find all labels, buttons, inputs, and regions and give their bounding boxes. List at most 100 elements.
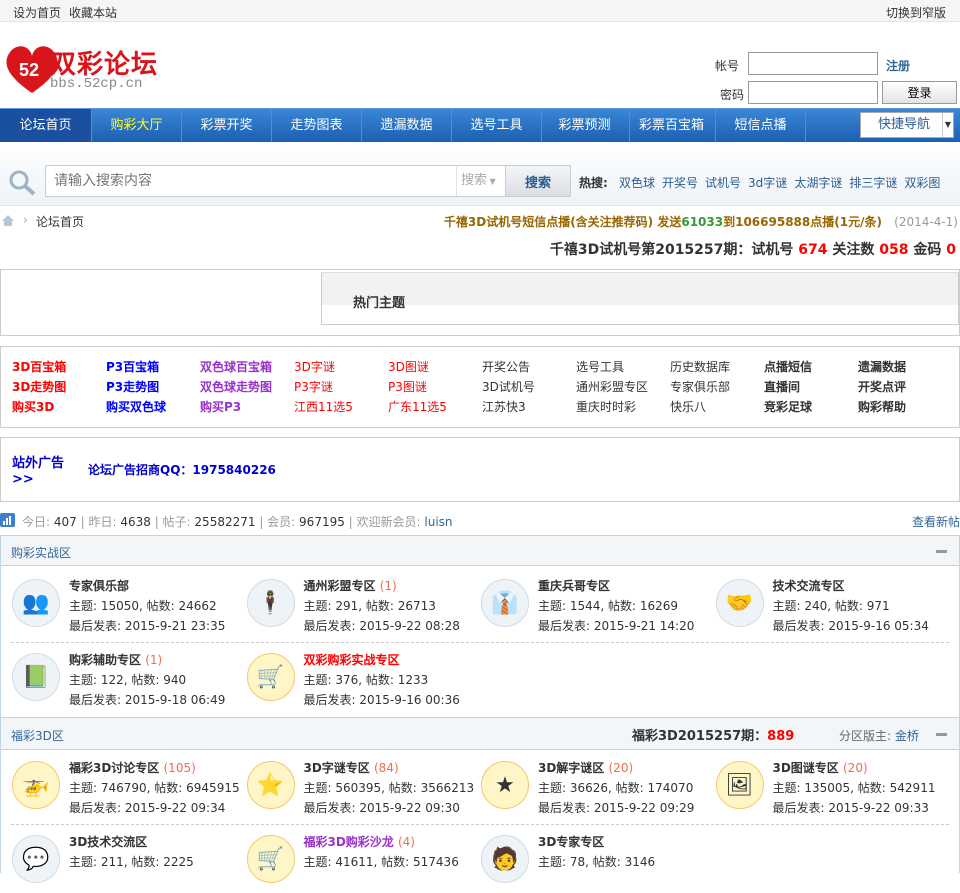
quick-link[interactable]: 广东11选5 [388, 398, 447, 415]
section-title[interactable]: 购彩实战区 [11, 544, 71, 561]
quick-link[interactable]: 开奖点评 [858, 378, 906, 395]
quick-link[interactable]: 竞彩足球 [764, 398, 812, 415]
nav-item[interactable]: 购彩大厅 [92, 109, 182, 142]
forum-item[interactable]: 🚁 福彩3D讨论专区 (105) 主题: 746790, 帖数: 6945915 最后… [12, 759, 246, 819]
switch-width-link[interactable]: 切换到窄版 [886, 4, 946, 21]
forum-item[interactable]: 📗 购彩辅助专区 (1) 主题: 122, 帖数: 940 最后发表: 2015-9-… [12, 651, 246, 711]
set-home-link[interactable]: 设为首页 [13, 4, 61, 21]
forum-title[interactable]: 福彩3D讨论专区 (105) [69, 759, 196, 776]
quick-link[interactable]: 专家俱乐部 [670, 378, 730, 395]
forum-item[interactable]: 👥 专家俱乐部 主题: 15050, 帖数: 24662 最后发表: 2015-9-2… [12, 577, 246, 637]
forum-name[interactable]: 重庆兵哥专区 [538, 579, 610, 593]
forum-last-post[interactable]: 最后发表: 2015-9-22 08:28 [304, 617, 460, 634]
forum-name[interactable]: 3D字谜专区 [304, 761, 370, 775]
forum-name[interactable]: 购彩辅助专区 [69, 653, 141, 667]
section-header-fucai3d[interactable]: 福彩3D区 福彩3D2015257期：889 分区版主: 金桥 [0, 717, 960, 750]
search-button[interactable]: 搜索 [505, 165, 571, 197]
forum-last-post[interactable]: 最后发表: 2015-9-22 09:29 [538, 799, 694, 816]
forum-name[interactable]: 通州彩盟专区 [304, 579, 376, 593]
hot-search-link[interactable]: 开奖号 [662, 176, 698, 190]
forum-last-post[interactable]: 最后发表: 2015-9-22 09:30 [304, 799, 460, 816]
quick-link[interactable]: P3走势图 [106, 378, 159, 395]
forum-icon[interactable]: 👥 [12, 579, 60, 627]
forum-icon[interactable]: 👔 [481, 579, 529, 627]
password-input[interactable] [748, 81, 878, 104]
forum-icon[interactable]: 🧑 [481, 835, 529, 883]
quick-link[interactable]: 3D试机号 [482, 378, 535, 395]
forum-last-post[interactable]: 最后发表: 2015-9-21 14:20 [538, 617, 694, 634]
quick-link[interactable]: 3D字谜 [294, 358, 335, 375]
login-button[interactable]: 登录 [882, 81, 957, 104]
moderator-link[interactable]: 金桥 [895, 729, 919, 743]
hot-search-link[interactable]: 双色球 [619, 176, 655, 190]
collapse-icon[interactable] [936, 550, 947, 553]
search-type-select[interactable]: 搜索 ▼ [456, 165, 506, 197]
forum-item[interactable]: 🛒 福彩3D购彩沙龙 (4) 主题: 41611, 帖数: 517436 [246, 833, 481, 893]
forum-title[interactable]: 专家俱乐部 [69, 577, 129, 594]
forum-name[interactable]: 福彩3D购彩沙龙 [304, 835, 394, 849]
sms-notice[interactable]: 千禧3D试机号短信点播(含关注推荐码) 发送61033到106695888点播(… [444, 213, 958, 230]
forum-icon[interactable]: ★ [481, 761, 529, 809]
home-icon[interactable] [1, 214, 15, 227]
ad-text[interactable]: 论坛广告招商QQ：1975840226 [88, 461, 276, 478]
hot-search-link[interactable]: 太湖字谜 [794, 176, 842, 190]
forum-last-post[interactable]: 最后发表: 2015-9-16 00:36 [304, 691, 460, 708]
forum-item[interactable]: 🤝 技术交流专区 主题: 240, 帖数: 971 最后发表: 2015-9-16 0… [715, 577, 950, 637]
forum-item[interactable]: 🛒 双彩购彩实战专区 主题: 376, 帖数: 1233 最后发表: 2015-9-1… [246, 651, 481, 711]
nav-item[interactable]: 彩票百宝箱 [628, 109, 716, 142]
quick-link[interactable]: P3百宝箱 [106, 358, 159, 375]
hot-search-link[interactable]: 3d字谜 [748, 176, 787, 190]
forum-title[interactable]: 福彩3D购彩沙龙 (4) [304, 833, 416, 850]
forum-title[interactable]: 3D字谜专区 (84) [304, 759, 399, 776]
account-input[interactable] [748, 52, 878, 75]
forum-item[interactable]: 👔 重庆兵哥专区 主题: 1544, 帖数: 16269 最后发表: 2015-9-2… [481, 577, 715, 637]
hot-search-link[interactable]: 排三字谜 [849, 176, 897, 190]
forum-last-post[interactable]: 最后发表: 2015-9-16 05:34 [773, 617, 929, 634]
quick-link[interactable]: 双色球百宝箱 [200, 358, 272, 375]
site-logo[interactable]: 52 双彩论坛 bbs.52cp.cn [2, 38, 160, 100]
quick-link[interactable]: 江西11选5 [294, 398, 353, 415]
forum-name[interactable]: 3D解字谜区 [538, 761, 604, 775]
quick-nav-button[interactable]: 快捷导航 ▼ [860, 112, 954, 138]
forum-title[interactable]: 双彩购彩实战专区 [304, 651, 400, 668]
forum-name[interactable]: 3D技术交流区 [69, 835, 147, 849]
forum-title[interactable]: 通州彩盟专区 (1) [304, 577, 397, 594]
quick-link[interactable]: 3D图谜 [388, 358, 429, 375]
quick-link[interactable]: 通州彩盟专区 [576, 378, 648, 395]
quick-link[interactable]: 重庆时时彩 [576, 398, 636, 415]
forum-name[interactable]: 3D图谜专区 [773, 761, 839, 775]
nav-item[interactable]: 彩票开奖 [182, 109, 272, 142]
breadcrumb-home[interactable]: 论坛首页 [36, 213, 84, 230]
forum-icon[interactable]: 🖼 [715, 761, 764, 809]
forum-title[interactable]: 3D图谜专区 (20) [773, 759, 868, 776]
forum-title[interactable]: 技术交流专区 [773, 577, 845, 594]
forum-icon[interactable]: 🛒 [246, 653, 295, 701]
nav-item[interactable]: 彩票预测 [540, 109, 630, 142]
nav-item[interactable]: 论坛首页 [0, 109, 92, 142]
forum-title[interactable]: 购彩辅助专区 (1) [69, 651, 162, 668]
quick-link[interactable]: 遗漏数据 [858, 358, 906, 375]
hot-search-link[interactable]: 试机号 [705, 176, 741, 190]
forum-item[interactable]: 💬 3D技术交流区 主题: 211, 帖数: 2225 [12, 833, 246, 893]
forum-last-post[interactable]: 最后发表: 2015-9-22 09:34 [69, 799, 225, 816]
collapse-icon[interactable] [936, 733, 947, 736]
quick-link[interactable]: 购彩帮助 [858, 398, 906, 415]
section-header-gouCai[interactable]: 购彩实战区 [0, 535, 960, 566]
forum-title[interactable]: 重庆兵哥专区 [538, 577, 610, 594]
forum-icon[interactable]: 💬 [12, 835, 60, 883]
forum-item[interactable]: ★ 3D解字谜区 (20) 主题: 36626, 帖数: 174070 最后发表: 2… [481, 759, 715, 819]
nav-item[interactable]: 选号工具 [452, 109, 542, 142]
quick-link[interactable]: 直播间 [764, 378, 800, 395]
quick-link[interactable]: 点播短信 [764, 358, 812, 375]
forum-title[interactable]: 3D技术交流区 [69, 833, 147, 850]
search-input[interactable] [45, 165, 457, 197]
forum-icon[interactable]: 🚁 [12, 761, 60, 809]
section-title[interactable]: 福彩3D区 [11, 727, 64, 744]
forum-name[interactable]: 技术交流专区 [773, 579, 845, 593]
quick-link[interactable]: 购买P3 [200, 398, 241, 415]
quick-link[interactable]: P3图谜 [388, 378, 427, 395]
forum-title[interactable]: 3D解字谜区 (20) [538, 759, 633, 776]
forum-name[interactable]: 专家俱乐部 [69, 579, 129, 593]
forum-last-post[interactable]: 最后发表: 2015-9-21 23:35 [69, 617, 225, 634]
view-new-posts-link[interactable]: 查看新帖 [912, 513, 960, 530]
